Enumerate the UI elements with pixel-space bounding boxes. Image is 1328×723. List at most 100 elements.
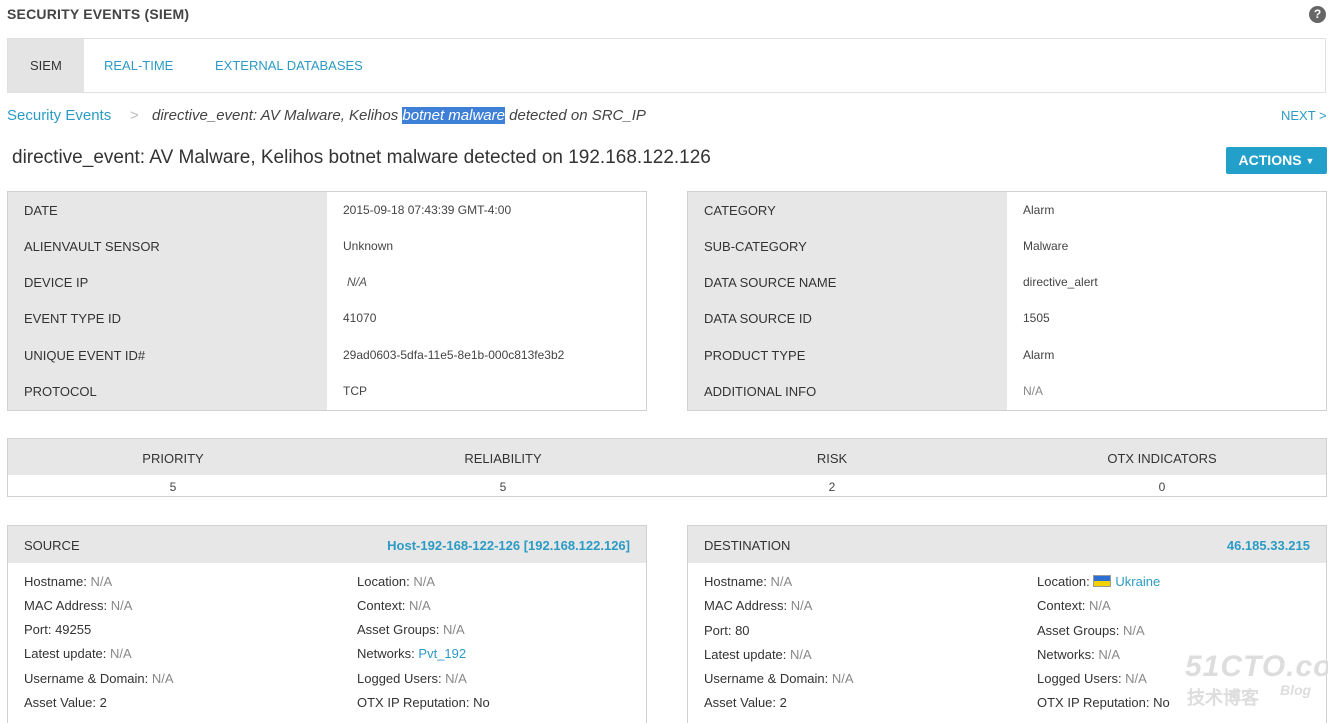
field-label: Latest update: <box>24 646 111 661</box>
source-logged-users: Logged Users: N/A <box>357 671 467 686</box>
field-label: Asset Value: <box>24 695 100 710</box>
source-port: Port: 49255 <box>24 622 91 637</box>
field-label: Context: <box>1037 598 1090 613</box>
source-panel-header: SOURCE Host-192-168-122-126 [192.168.122… <box>8 526 646 563</box>
field-value: 2 <box>99 695 107 710</box>
destination-context: Context: N/A <box>1037 598 1111 613</box>
field-label: Hostname: <box>704 574 771 589</box>
field-value: N/A <box>110 646 132 661</box>
field-label: Context: <box>357 598 410 613</box>
field-label: Asset Value: <box>704 695 780 710</box>
actions-button-label: ACTIONS <box>1238 152 1302 168</box>
detail-row-protocol: PROTOCOL TCP <box>8 373 646 409</box>
field-value: N/A <box>442 622 465 637</box>
detail-row-additional-info: ADDITIONAL INFO N/A <box>688 373 1326 409</box>
detail-key: CATEGORY <box>704 203 776 218</box>
metric-label-otx-indicators: OTX INDICATORS <box>1107 451 1217 466</box>
field-value: 49255 <box>55 622 92 637</box>
metric-value-reliability: 5 <box>499 480 507 494</box>
field-label: Hostname: <box>24 574 91 589</box>
destination-location: Location: Ukraine <box>1037 574 1160 589</box>
field-value: N/A <box>790 598 813 613</box>
destination-location-link[interactable]: Ukraine <box>1115 574 1160 589</box>
field-value: 80 <box>735 623 750 638</box>
detail-key: SUB-CATEGORY <box>704 239 807 254</box>
watermark: 51CTO.com 技术博客 Blog <box>1185 650 1328 710</box>
help-icon[interactable]: ? <box>1309 6 1326 23</box>
caret-down-icon: ▼ <box>1305 156 1315 166</box>
field-label: Networks: <box>1037 647 1099 662</box>
field-label: Username & Domain: <box>704 671 832 686</box>
destination-otx-reputation: OTX IP Reputation: No <box>1037 695 1170 710</box>
breadcrumb-security-events[interactable]: Security Events <box>7 107 111 124</box>
source-panel: SOURCE Host-192-168-122-126 [192.168.122… <box>7 525 647 723</box>
field-value: N/A <box>409 598 431 613</box>
detail-row-product-type: PRODUCT TYPE Alarm <box>688 337 1326 373</box>
field-value: N/A <box>790 647 812 662</box>
ukraine-flag-icon <box>1093 575 1112 587</box>
detail-key: DATE <box>24 203 58 218</box>
field-label: Port: <box>704 623 736 638</box>
detail-row-data-source-id: DATA SOURCE ID 1505 <box>688 300 1326 336</box>
field-label: MAC Address: <box>24 598 111 613</box>
source-network-link[interactable]: Pvt_192 <box>418 646 466 661</box>
field-label: Latest update: <box>704 647 791 662</box>
tab-external-databases[interactable]: EXTERNAL DATABASES <box>193 39 385 92</box>
source-location: Location: N/A <box>357 574 435 589</box>
field-value: N/A <box>90 574 113 589</box>
detail-value: Alarm <box>1023 348 1055 362</box>
destination-networks: Networks: N/A <box>1037 647 1120 662</box>
source-username-domain: Username & Domain: N/A <box>24 671 174 686</box>
title-bar: SECURITY EVENTS (SIEM) ? <box>0 0 1328 28</box>
tab-siem[interactable]: SIEM <box>8 39 84 92</box>
detail-value: directive_alert <box>1023 275 1098 289</box>
detail-value: N/A <box>347 275 368 289</box>
source-panel-title: SOURCE <box>24 538 80 553</box>
detail-row-device-ip: DEVICE IP N/A <box>8 264 646 300</box>
field-value: N/A <box>1125 671 1147 686</box>
detail-row-data-source-name: DATA SOURCE NAME directive_alert <box>688 264 1326 300</box>
metric-label-risk: RISK <box>816 451 848 466</box>
detail-value: Unknown <box>343 239 394 253</box>
destination-panel-title: DESTINATION <box>704 538 791 553</box>
field-label: Logged Users: <box>1037 671 1126 686</box>
field-value: N/A <box>445 671 467 686</box>
watermark-brand: 51CTO.com <box>1185 650 1328 683</box>
field-value: N/A <box>110 598 133 613</box>
detail-key: EVENT TYPE ID <box>24 311 122 326</box>
field-value: No <box>473 695 490 710</box>
destination-host-link[interactable]: 46.185.33.215 <box>1227 538 1310 553</box>
field-label: Port: <box>24 622 56 637</box>
field-value: N/A <box>1089 598 1111 613</box>
tab-real-time[interactable]: REAL-TIME <box>82 39 195 92</box>
field-label: Networks: <box>357 646 419 661</box>
detail-key: ADDITIONAL INFO <box>704 384 817 399</box>
source-host-link[interactable]: Host-192-168-122-126 [192.168.122.126] <box>387 538 630 553</box>
detail-row-event-type-id: EVENT TYPE ID 41070 <box>8 300 646 336</box>
metric-label-reliability: RELIABILITY <box>464 451 542 466</box>
destination-hostname: Hostname: N/A <box>704 574 792 589</box>
watermark-subtitle: 技术博客 <box>1187 688 1259 708</box>
breadcrumb-current: directive_event: AV Malware, Kelihos bot… <box>152 107 646 124</box>
detail-row-sub-category: SUB-CATEGORY Malware <box>688 228 1326 264</box>
destination-latest-update: Latest update: N/A <box>704 647 812 662</box>
destination-port: Port: 80 <box>704 623 750 638</box>
actions-button[interactable]: ACTIONS ▼ <box>1226 147 1327 174</box>
field-value: 2 <box>779 695 787 710</box>
source-context: Context: N/A <box>357 598 431 613</box>
detail-value: N/A <box>1023 384 1044 398</box>
detail-row-date: DATE 2015-09-18 07:43:39 GMT-4:00 <box>8 192 646 228</box>
destination-mac-address: MAC Address: N/A <box>704 598 812 613</box>
detail-key: DEVICE IP <box>24 275 89 290</box>
metric-value-priority: 5 <box>169 480 177 494</box>
chevron-right-icon: > <box>130 107 139 124</box>
field-value: N/A <box>770 574 793 589</box>
next-link[interactable]: NEXT > <box>1281 108 1327 123</box>
detail-key: ALIENVAULT SENSOR <box>24 239 160 254</box>
destination-asset-groups: Asset Groups: N/A <box>1037 623 1145 638</box>
destination-panel-header: DESTINATION 46.185.33.215 <box>688 526 1326 563</box>
detail-key: PRODUCT TYPE <box>704 348 806 363</box>
source-asset-groups: Asset Groups: N/A <box>357 622 465 637</box>
tab-bar: SIEM REAL-TIME EXTERNAL DATABASES <box>7 38 1326 93</box>
event-details-left: DATE 2015-09-18 07:43:39 GMT-4:00 ALIENV… <box>7 191 647 411</box>
